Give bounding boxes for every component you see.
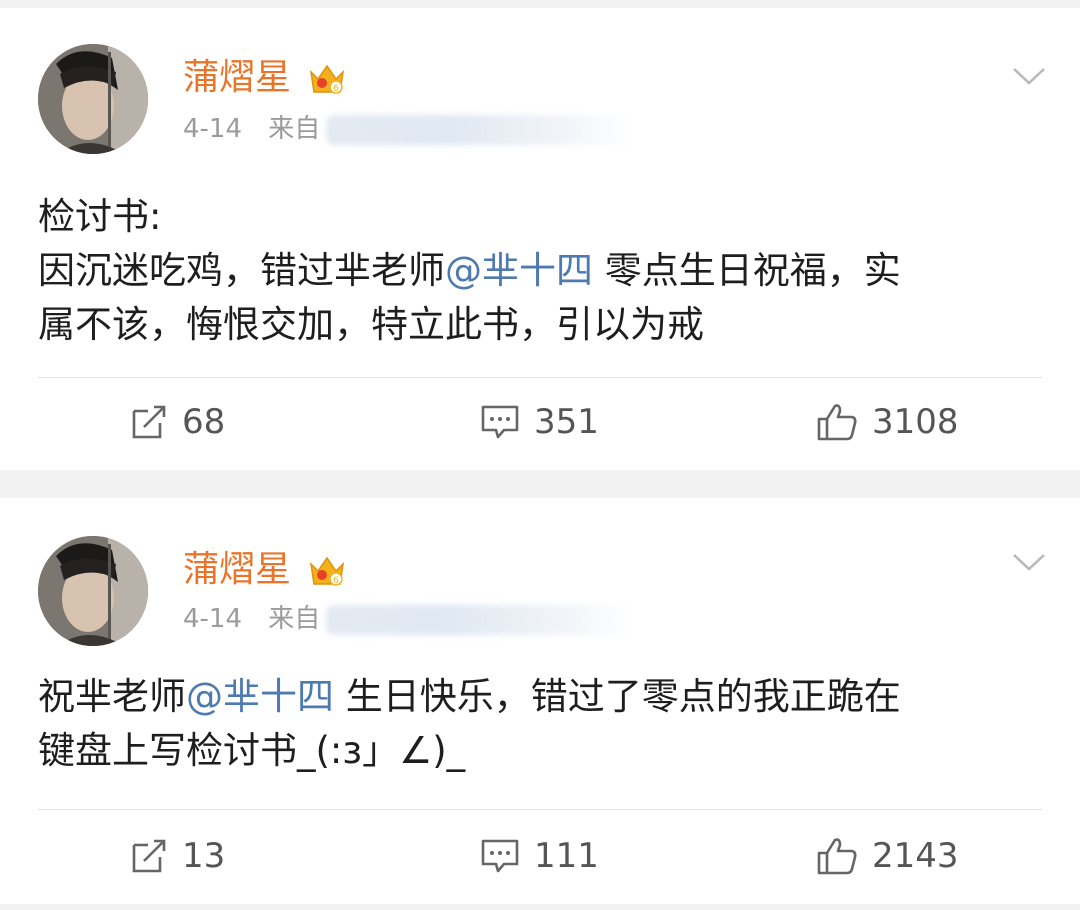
divider (38, 809, 1042, 810)
blurred-source (326, 604, 637, 635)
post-text-segment: 生日快乐，错过了零点的我正跪在 (334, 675, 901, 718)
action-bar: 13 111 2143 (0, 826, 1080, 886)
svg-text:6: 6 (333, 84, 339, 94)
weibo-post-2: 蒲熠星 6 4-14 来自 祝芈老师@芈十四 生日快乐，错过了零点的我正跪在键盘… (0, 498, 1080, 904)
repost-count: 68 (182, 402, 226, 442)
post-text-segment: 因沉迷吃鸡，错过芈老师 (38, 249, 445, 292)
like-button[interactable]: 2143 (816, 826, 959, 886)
post-source-prefix: 来自 (268, 604, 321, 634)
post-text-segment: 键盘上写检讨书_(:з」∠)_ (38, 729, 466, 772)
post-text-line: 因沉迷吃鸡，错过芈老师@芈十四 零点生日祝福，实 (38, 244, 1038, 298)
vip-crown-icon: 6 (309, 64, 345, 94)
chevron-down-icon[interactable] (1012, 66, 1046, 86)
comment-icon (481, 405, 519, 439)
post-text-line: 属不该，悔恨交加，特立此书，引以为戒 (38, 298, 1038, 352)
post-text-segment: 零点生日祝福，实 (593, 249, 901, 292)
blurred-source (326, 114, 637, 145)
repost-button[interactable]: 13 (130, 826, 225, 886)
chevron-down-icon[interactable] (1012, 552, 1046, 572)
post-text-segment: 祝芈老师 (38, 675, 186, 718)
post-text-line: 键盘上写检讨书_(:з」∠)_ (38, 724, 1038, 778)
post-text-segment: 检讨书: (38, 195, 162, 238)
like-icon (817, 404, 857, 441)
mention-link[interactable]: @芈十四 (445, 249, 593, 292)
username[interactable]: 蒲熠星 (183, 56, 291, 100)
mention-link[interactable]: @芈十四 (186, 675, 334, 718)
post-meta: 4-14 来自 (183, 602, 637, 636)
divider (38, 377, 1042, 378)
vip-crown-icon: 6 (309, 556, 345, 586)
post-meta: 4-14 来自 (183, 112, 637, 146)
svg-text:6: 6 (333, 576, 339, 586)
weibo-post-1: 蒲熠星 6 4-14 来自 检讨书: 因沉迷吃鸡，错过芈老师@芈十四 零点生日祝福… (0, 8, 1080, 470)
avatar[interactable] (38, 536, 148, 646)
comment-count: 351 (534, 402, 599, 442)
post-date: 4-14 (183, 604, 243, 634)
avatar[interactable] (38, 44, 148, 154)
repost-icon (132, 839, 166, 873)
post-text-segment: 属不该，悔恨交加，特立此书，引以为戒 (38, 303, 704, 346)
like-count: 2143 (872, 836, 959, 876)
comment-button[interactable]: 111 (480, 826, 599, 886)
post-date: 4-14 (183, 114, 243, 144)
repost-count: 13 (182, 836, 226, 876)
post-source-prefix: 来自 (268, 114, 321, 144)
post-text-line: 检讨书: (38, 190, 1038, 244)
comment-count: 111 (534, 836, 599, 876)
post-text: 检讨书: 因沉迷吃鸡，错过芈老师@芈十四 零点生日祝福，实属不该，悔恨交加，特立此… (38, 190, 1038, 352)
like-button[interactable]: 3108 (816, 392, 959, 452)
like-count: 3108 (872, 402, 959, 442)
repost-button[interactable]: 68 (130, 392, 225, 452)
username[interactable]: 蒲熠星 (183, 548, 291, 592)
repost-icon (132, 405, 166, 439)
post-text: 祝芈老师@芈十四 生日快乐，错过了零点的我正跪在键盘上写检讨书_(:з」∠)_ (38, 670, 1038, 778)
comment-button[interactable]: 351 (480, 392, 599, 452)
action-bar: 68 351 3108 (0, 392, 1080, 452)
like-icon (817, 838, 857, 875)
post-text-line: 祝芈老师@芈十四 生日快乐，错过了零点的我正跪在 (38, 670, 1038, 724)
comment-icon (481, 839, 519, 873)
